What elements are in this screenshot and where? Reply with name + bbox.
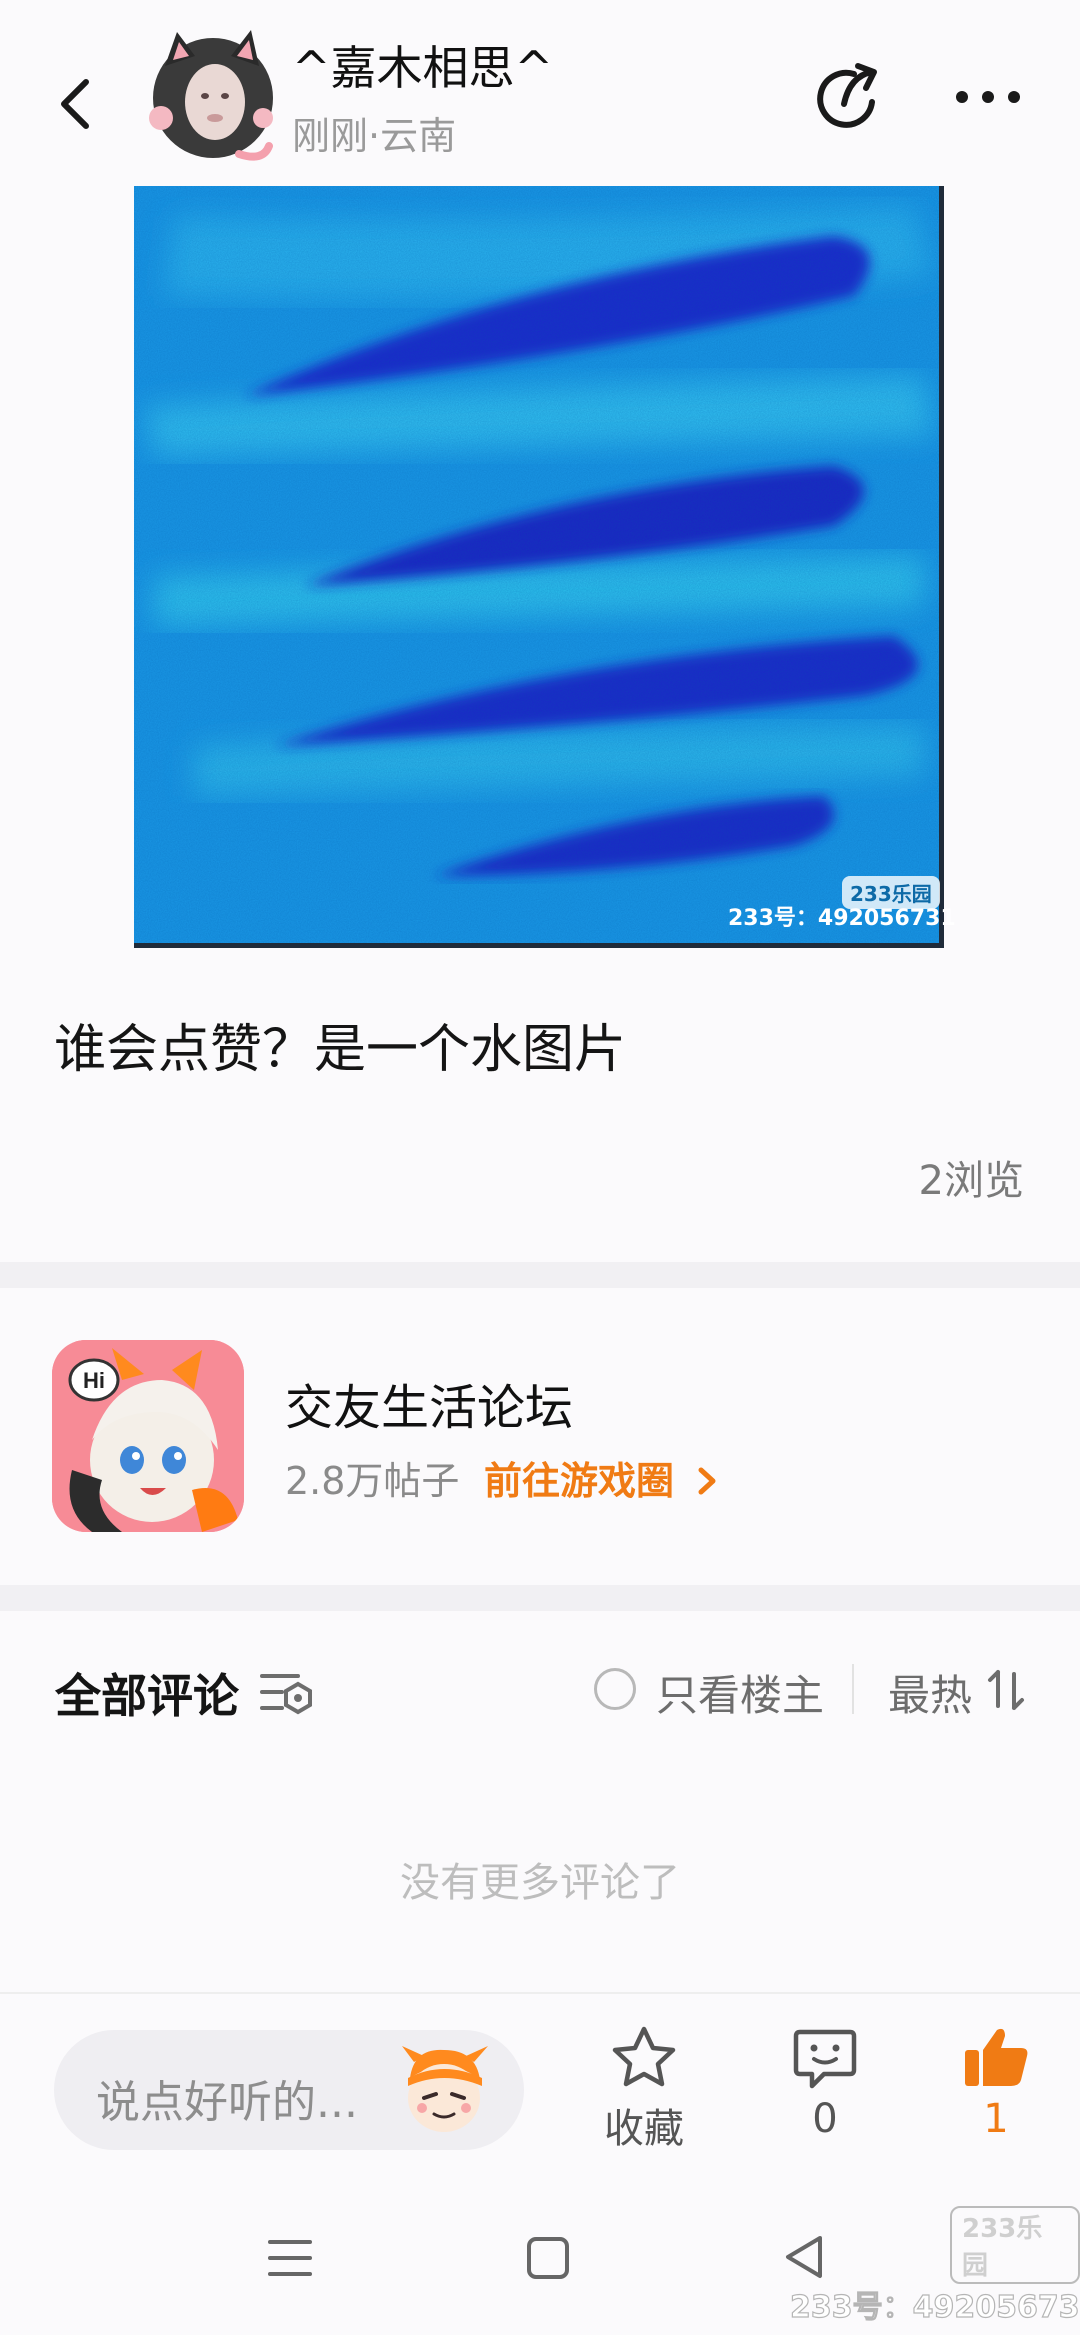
share-icon[interactable] — [810, 58, 890, 138]
filter-icon[interactable] — [258, 1668, 316, 1716]
favorite-label: 收藏 — [604, 2106, 684, 2152]
favorite-button[interactable]: 收藏 — [584, 2024, 704, 2154]
back-nav-icon[interactable] — [780, 2232, 828, 2286]
system-nav-bar: 233乐园 233号：492056731 — [0, 2182, 1080, 2335]
forum-post-count: 2.8万帖子 — [285, 1459, 460, 1503]
post-header: ^嘉木相思^ 刚刚·云南 — [0, 0, 1080, 190]
star-icon — [612, 2026, 676, 2087]
section-divider — [0, 1262, 1080, 1288]
goto-forum-link[interactable]: 前往游戏圈 — [484, 1450, 721, 1505]
comment-input[interactable]: 说点好听的... — [54, 2030, 524, 2150]
sort-icon[interactable] — [986, 1668, 1026, 1712]
no-more-comments: 没有更多评论了 — [400, 1860, 680, 1906]
username[interactable]: ^嘉木相思^ — [292, 38, 553, 98]
bottom-action-bar: 说点好听的... 收藏 0 1 — [0, 1992, 1080, 2184]
sort-separator — [852, 1664, 854, 1714]
nav-watermark-logo: 233乐园 — [950, 2206, 1080, 2284]
back-icon[interactable] — [48, 64, 108, 144]
post-time-location: 刚刚·云南 — [292, 114, 457, 158]
avatar[interactable] — [143, 26, 275, 166]
op-only-radio[interactable] — [594, 1668, 636, 1710]
thumbs-up-icon — [965, 2028, 1028, 2086]
like-button[interactable]: 1 — [936, 2024, 1056, 2142]
post-title: 谁会点赞？是一个水图片 — [54, 1020, 627, 1080]
comment-icon — [793, 2029, 857, 2089]
forum-icon[interactable]: Hi — [52, 1340, 244, 1532]
comments-title: 全部评论 — [55, 1669, 239, 1723]
goto-forum-label: 前往游戏圈 — [484, 1459, 675, 1503]
section-divider — [0, 1585, 1080, 1611]
recents-icon[interactable] — [266, 2234, 314, 2286]
view-count: 2浏览 — [918, 1158, 1024, 1204]
image-watermark-id: 233号：492056731 — [728, 906, 956, 931]
forum-name[interactable]: 交友生活论坛 — [285, 1368, 573, 1438]
home-icon[interactable] — [524, 2234, 572, 2286]
nav-watermark-id: 233号：492056731 — [789, 2289, 1080, 2325]
forum-card[interactable]: Hi 交友生活论坛 2.8万帖子 前往游戏圈 — [0, 1290, 1080, 1580]
post-image[interactable] — [134, 186, 944, 948]
op-only-label[interactable]: 只看楼主 — [656, 1662, 824, 1723]
forum-icon-badge: Hi — [83, 1368, 105, 1393]
comment-button[interactable]: 0 — [765, 2024, 885, 2142]
comment-input-placeholder: 说点好听的... — [96, 2077, 358, 2128]
comment-count: 0 — [812, 2096, 838, 2142]
sort-label[interactable]: 最热 — [888, 1662, 972, 1723]
like-count: 1 — [983, 2096, 1009, 2142]
mascot-icon[interactable] — [394, 2042, 494, 2138]
chevron-right-icon — [698, 1467, 716, 1495]
more-icon[interactable] — [948, 72, 1028, 122]
